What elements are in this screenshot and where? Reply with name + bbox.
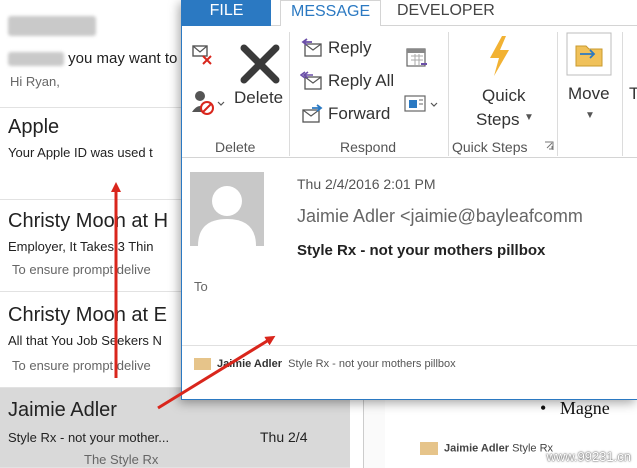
- ribbon-separator: [622, 32, 623, 156]
- tab-file[interactable]: FILE: [182, 0, 271, 26]
- watermark: www.99231.cn: [546, 449, 631, 464]
- mail-item-preview: To ensure prompt delive: [12, 358, 151, 373]
- ignore-button[interactable]: [190, 42, 216, 68]
- tags-button-label: T: [629, 84, 637, 103]
- mail-item-subject: Your Apple ID was used t: [8, 145, 153, 160]
- respond-group-label: Respond: [340, 139, 397, 155]
- message-date: Thu 2/4/2016 2:01 PM: [297, 176, 436, 192]
- mail-item-selected[interactable]: Jaimie Adler Style Rx - not your mother.…: [0, 388, 350, 468]
- reply-button-label: Reply: [328, 38, 372, 57]
- move-button[interactable]: Move ▼: [566, 32, 616, 128]
- forward-icon: [302, 104, 323, 123]
- background-scrollbar[interactable]: [363, 400, 385, 468]
- meeting-button[interactable]: [405, 46, 429, 70]
- background-bullet-text: Magne: [559, 398, 610, 418]
- move-folder-icon: [566, 32, 612, 76]
- forward-button-label: Forward: [328, 104, 391, 123]
- delete-button-label: Delete: [234, 88, 284, 107]
- ribbon-separator: [448, 32, 449, 156]
- mail-item-sender-redacted: [8, 14, 96, 37]
- meeting-calendar-icon: [406, 48, 427, 67]
- message-to-label: To: [194, 279, 208, 294]
- message-subject: Style Rx - not your mothers pillbox: [297, 242, 546, 259]
- more-respond-button[interactable]: [403, 92, 443, 116]
- delete-button[interactable]: Delete: [232, 36, 288, 126]
- reply-icon: [301, 38, 322, 57]
- sender-avatar: [190, 172, 264, 246]
- more-respond-icon: [404, 95, 438, 112]
- ribbon-tabbar: FILE MESSAGE DEVELOPER: [182, 0, 637, 27]
- mail-item-preview: The Style Rx: [84, 452, 159, 467]
- message-from[interactable]: Jaimie Adler <jaimie@bayleafcomm: [297, 206, 583, 227]
- mail-item-date: Thu 2/4: [260, 429, 308, 445]
- reply-all-button-label: Reply All: [328, 71, 395, 90]
- envelope-icon: [420, 442, 438, 455]
- mail-item-preview: Hi Ryan,: [10, 74, 60, 89]
- person-icon: [198, 186, 256, 246]
- quick-steps-label-line2: Steps: [476, 110, 520, 129]
- quick-steps-button[interactable]: Quick Steps ▼: [458, 36, 538, 132]
- junk-icon: [192, 91, 225, 115]
- mail-item-sender: Christy Moon at E: [8, 304, 167, 326]
- tab-developer[interactable]: DEVELOPER: [387, 0, 505, 26]
- envelope-icon: [194, 358, 211, 371]
- quick-steps-launcher[interactable]: [543, 140, 555, 152]
- mail-item-sender: Apple: [8, 116, 60, 138]
- ribbon-separator: [289, 32, 290, 156]
- mail-item-subject-text: you may want to: [68, 50, 178, 67]
- mail-item-subject: All that You Job Seekers N: [8, 333, 162, 348]
- reply-all-icon: [300, 71, 322, 90]
- delete-x-icon: [240, 44, 280, 84]
- mail-item-subject: Employer, It Takes 3 Thin: [8, 239, 154, 254]
- mail-item-subject: you may want to: [8, 50, 177, 67]
- mail-item-subject: Style Rx - not your mother...: [8, 430, 170, 445]
- message-footer: Jaimie Adler Style Rx - not your mothers…: [194, 358, 456, 371]
- ignore-icon: [192, 45, 212, 65]
- mail-item-sender: Jaimie Adler: [8, 399, 117, 421]
- move-button-label: Move: [568, 84, 610, 103]
- delete-group-label: Delete: [215, 139, 256, 155]
- background-footer: Jaimie Adler Style Rx: [420, 442, 553, 455]
- background-bullet-item: • Magne: [540, 398, 610, 418]
- tags-button-partial[interactable]: T: [629, 84, 637, 104]
- mail-item-preview: To ensure prompt delive: [12, 262, 151, 277]
- message-window: FILE MESSAGE DEVELOPER Delete Delete Rep…: [181, 0, 637, 400]
- background-footer-sender: Jaimie Adler: [444, 442, 510, 455]
- mail-item-sender: Christy Moon at H: [8, 210, 169, 232]
- quick-steps-group-label: Quick Steps: [452, 139, 528, 155]
- dialog-launcher-icon: [545, 141, 554, 150]
- quick-steps-label-line1: Quick: [482, 86, 526, 105]
- lightning-icon: [490, 36, 509, 76]
- message-footer-sender: Jaimie Adler: [217, 358, 283, 370]
- ribbon: Delete Delete Reply Reply All Forward Re…: [182, 26, 637, 158]
- tab-message[interactable]: MESSAGE: [280, 0, 382, 27]
- message-footer-subject: Style Rx - not your mothers pillbox: [288, 358, 456, 370]
- chevron-down-icon: ▼: [585, 110, 595, 121]
- junk-button[interactable]: [190, 88, 226, 118]
- message-divider: [182, 345, 637, 346]
- ribbon-separator: [557, 32, 558, 156]
- chevron-down-icon: ▼: [524, 112, 534, 123]
